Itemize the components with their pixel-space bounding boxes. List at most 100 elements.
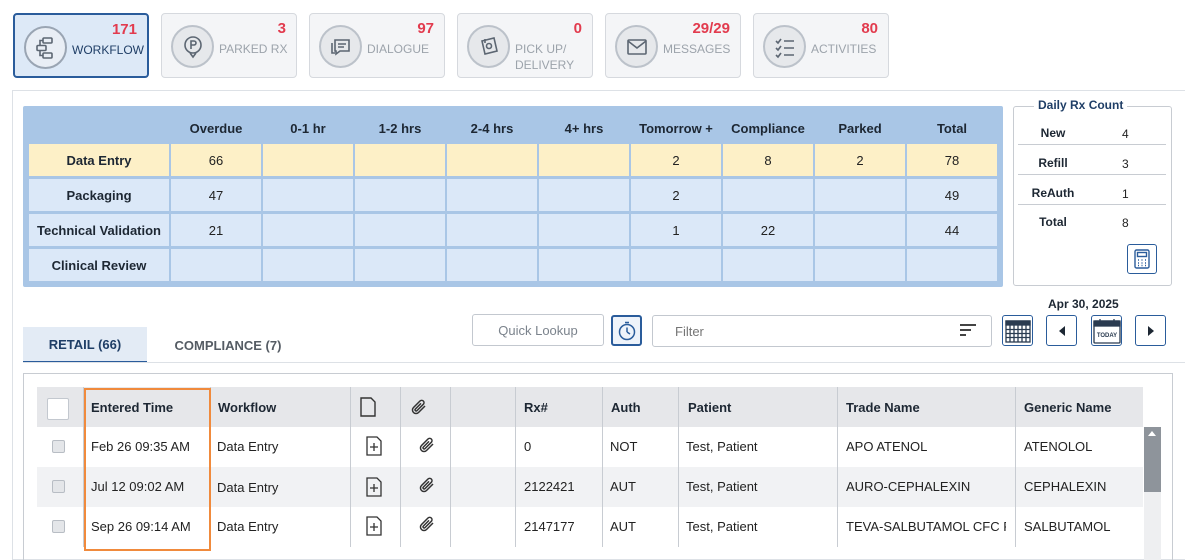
grid-cell[interactable]: [263, 144, 353, 176]
grid-cell[interactable]: [447, 249, 537, 281]
grid-cell[interactable]: [723, 249, 813, 281]
column-divider: [350, 387, 351, 547]
grid-cell[interactable]: [539, 249, 629, 281]
grid-cell[interactable]: [539, 179, 629, 211]
grid-cell[interactable]: [815, 249, 905, 281]
grid-cell[interactable]: [907, 249, 997, 281]
sort-filter-icon[interactable]: [960, 324, 976, 339]
header-trade-name[interactable]: Trade Name: [846, 387, 920, 427]
grid-cell[interactable]: [263, 179, 353, 211]
calendar-icon: [1004, 319, 1031, 343]
pickup-delivery-label-line2: DELIVERY: [515, 58, 575, 72]
add-document-icon[interactable]: [364, 436, 384, 459]
grid-cell[interactable]: 21: [171, 214, 261, 246]
grid-row-label: Data Entry: [29, 144, 169, 176]
grid-cell[interactable]: [723, 179, 813, 211]
calculator-button[interactable]: [1127, 244, 1157, 274]
workflow-count: 171: [111, 21, 137, 38]
header-generic-name[interactable]: Generic Name: [1024, 387, 1111, 427]
daily-rx-title: Daily Rx Count: [1034, 98, 1128, 112]
scrollbar-thumb[interactable]: [1144, 427, 1161, 492]
patient-cell: Test, Patient: [686, 479, 758, 494]
select-all-checkbox[interactable]: [47, 398, 69, 420]
grid-cell[interactable]: 66: [171, 144, 261, 176]
dialogue-label: DIALOGUE: [367, 42, 430, 56]
tab-compliance[interactable]: COMPLIANCE (7): [160, 327, 296, 363]
grid-row-technical-validation[interactable]: Technical Validation 21 1 22 44: [29, 214, 997, 246]
dialogue-count: 97: [417, 20, 434, 37]
previous-day-button[interactable]: [1046, 315, 1077, 346]
row-checkbox[interactable]: [52, 440, 65, 453]
tile-activities[interactable]: 80 ACTIVITIES: [753, 13, 889, 78]
grid-cell[interactable]: [263, 249, 353, 281]
grid-col-0-1hr: 0-1 hr: [290, 120, 326, 136]
column-divider: [602, 387, 603, 547]
grid-col-compliance: Compliance: [731, 120, 805, 136]
grid-cell[interactable]: [539, 214, 629, 246]
tile-pickup-delivery[interactable]: 0 PICK UP/DELIVERY: [457, 13, 593, 78]
add-document-icon[interactable]: [364, 516, 384, 539]
patient-cell: Test, Patient: [686, 439, 758, 454]
grid-cell[interactable]: [171, 249, 261, 281]
generic-name-cell: CEPHALEXIN: [1024, 479, 1107, 494]
column-divider: [837, 387, 838, 547]
grid-cell[interactable]: [355, 214, 445, 246]
filter-input[interactable]: [652, 315, 992, 347]
grid-cell[interactable]: [631, 249, 721, 281]
tab-retail[interactable]: RETAIL (66): [23, 327, 147, 363]
grid-cell[interactable]: [355, 144, 445, 176]
scroll-up-arrow-icon[interactable]: [1148, 431, 1156, 436]
grid-row-label: Clinical Review: [29, 249, 169, 281]
parked-rx-count: 3: [277, 20, 286, 37]
tile-parked-rx[interactable]: 3 PARKED RX: [161, 13, 297, 78]
grid-cell[interactable]: [447, 214, 537, 246]
workflow-label: WORKFLOW: [72, 43, 144, 57]
calendar-button[interactable]: [1002, 315, 1033, 346]
stopwatch-icon: [618, 321, 635, 340]
grid-cell[interactable]: [815, 214, 905, 246]
grid-cell[interactable]: [447, 179, 537, 211]
grid-cell[interactable]: [263, 214, 353, 246]
grid-cell[interactable]: [815, 179, 905, 211]
trade-name-cell: APO ATENOL: [846, 439, 928, 454]
header-workflow[interactable]: Workflow: [218, 387, 276, 427]
header-auth[interactable]: Auth: [611, 387, 641, 427]
attachment-icon[interactable]: [418, 515, 436, 536]
grid-cell[interactable]: 22: [723, 214, 813, 246]
grid-cell[interactable]: 78: [907, 144, 997, 176]
grid-row-data-entry[interactable]: Data Entry 66 2 8 2 78: [29, 144, 997, 176]
header-patient[interactable]: Patient: [688, 387, 731, 427]
tile-workflow[interactable]: 171 WORKFLOW: [13, 13, 149, 78]
column-divider: [450, 387, 451, 547]
grid-cell[interactable]: [355, 249, 445, 281]
next-day-button[interactable]: [1135, 315, 1166, 346]
attachment-icon[interactable]: [418, 476, 436, 497]
grid-cell[interactable]: 49: [907, 179, 997, 211]
chevron-right-icon: [1147, 325, 1154, 336]
grid-cell[interactable]: 8: [723, 144, 813, 176]
header-rx-number[interactable]: Rx#: [524, 387, 548, 427]
tile-messages[interactable]: 29/29 MESSAGES: [605, 13, 741, 78]
grid-cell[interactable]: 2: [815, 144, 905, 176]
grid-cell[interactable]: 1: [631, 214, 721, 246]
attachment-icon[interactable]: [418, 436, 436, 457]
grid-row-packaging[interactable]: Packaging 47 2 49: [29, 179, 997, 211]
grid-cell[interactable]: [355, 179, 445, 211]
grid-cell[interactable]: [539, 144, 629, 176]
grid-row-clinical-review[interactable]: Clinical Review: [29, 249, 997, 281]
grid-cell[interactable]: 2: [631, 179, 721, 211]
tile-dialogue[interactable]: 97 DIALOGUE: [309, 13, 445, 78]
grid-cell[interactable]: 44: [907, 214, 997, 246]
row-checkbox[interactable]: [52, 480, 65, 493]
column-divider: [678, 387, 679, 547]
row-checkbox[interactable]: [52, 520, 65, 533]
add-document-icon[interactable]: [364, 477, 384, 500]
grid-cell[interactable]: [447, 144, 537, 176]
quick-lookup-button[interactable]: Quick Lookup: [472, 314, 604, 346]
today-button[interactable]: TODAY: [1091, 315, 1122, 346]
timer-button[interactable]: [611, 315, 642, 346]
grid-cell[interactable]: 47: [171, 179, 261, 211]
workflow-cell: Data Entry: [217, 519, 279, 534]
grid-cell[interactable]: 2: [631, 144, 721, 176]
generic-name-cell: SALBUTAMOL: [1024, 519, 1111, 534]
